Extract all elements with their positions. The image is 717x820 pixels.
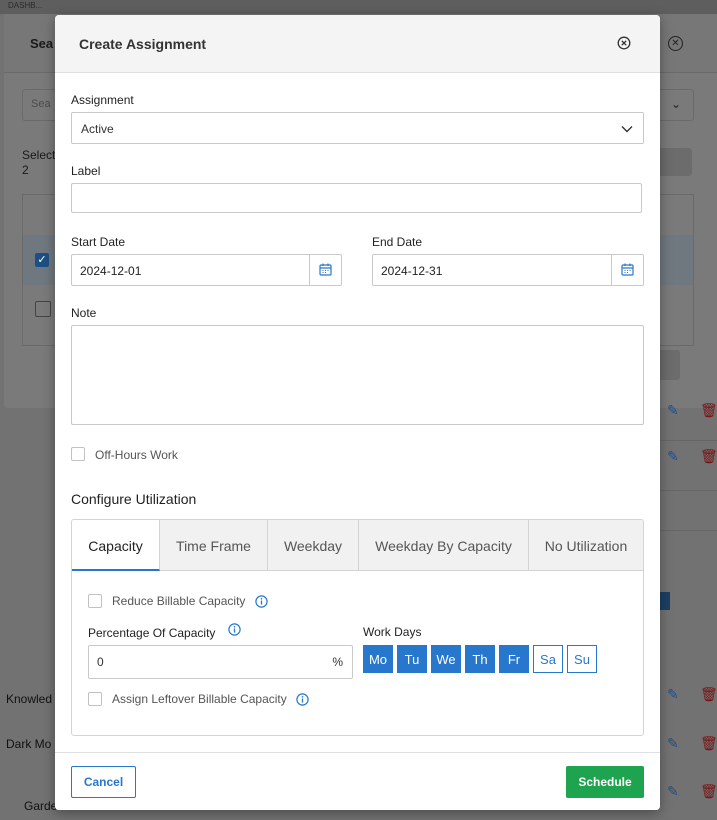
percentage-input[interactable]: 0 % xyxy=(88,645,353,679)
note-textarea[interactable] xyxy=(71,325,644,425)
cancel-button[interactable]: Cancel xyxy=(71,766,136,798)
note-label: Note xyxy=(71,306,97,320)
percentage-value: 0 xyxy=(97,655,104,669)
work-days-label: Work Days xyxy=(363,625,422,639)
background-list-item: Garde xyxy=(24,799,58,813)
end-date-value: 2024-12-31 xyxy=(381,264,443,278)
assignment-select[interactable]: Active xyxy=(71,112,644,144)
day-th-toggle[interactable]: Th xyxy=(465,645,495,673)
background-search-placeholder: Sea xyxy=(31,98,51,110)
assignment-label: Assignment xyxy=(71,93,134,107)
off-hours-checkbox[interactable] xyxy=(71,447,85,461)
day-mo-toggle[interactable]: Mo xyxy=(363,645,393,673)
background-list-item: Dark Mo xyxy=(6,737,52,751)
leftover-billable-checkbox[interactable] xyxy=(88,692,102,706)
background-edit-icon: ✎ xyxy=(667,735,679,751)
start-date-value: 2024-12-01 xyxy=(80,264,142,278)
end-date-input[interactable]: 2024-12-31 xyxy=(372,254,644,286)
utilization-panel: Capacity Time Frame Weekday Weekday By C… xyxy=(71,519,644,736)
background-edit-icon: ✎ xyxy=(667,402,679,418)
tab-weekday[interactable]: Weekday xyxy=(268,520,359,570)
background-edit-icon: ✎ xyxy=(667,448,679,464)
reduce-billable-label: Reduce Billable Capacity xyxy=(112,594,246,608)
utilization-tabs: Capacity Time Frame Weekday Weekday By C… xyxy=(72,520,643,571)
background-trash-icon: 🗑 xyxy=(700,735,717,751)
start-date-calendar-button[interactable] xyxy=(309,255,341,285)
info-icon[interactable] xyxy=(228,623,241,636)
percentage-label: Percentage Of Capacity xyxy=(88,626,216,640)
tab-capacity[interactable]: Capacity xyxy=(72,520,160,571)
day-tu-toggle[interactable]: Tu xyxy=(397,645,427,673)
background-blue-button xyxy=(660,592,670,610)
background-trash-icon: 🗑 xyxy=(700,448,717,464)
background-trash-icon: 🗑 xyxy=(700,402,717,418)
background-edit-icon: ✎ xyxy=(667,686,679,702)
percentage-unit: % xyxy=(332,655,343,669)
tab-no-utilization[interactable]: No Utilization xyxy=(529,520,643,570)
background-topbar: DASHB... xyxy=(0,0,717,14)
background-top-text: DASHB... xyxy=(8,1,43,10)
start-date-label: Start Date xyxy=(71,235,126,249)
day-sa-toggle[interactable]: Sa xyxy=(533,645,563,673)
schedule-button[interactable]: Schedule xyxy=(566,766,644,798)
calendar-icon xyxy=(621,263,634,276)
label-input[interactable] xyxy=(71,183,642,213)
label-field-label: Label xyxy=(71,164,101,178)
leftover-billable-label: Assign Leftover Billable Capacity xyxy=(112,692,287,706)
calendar-icon xyxy=(319,263,332,276)
modal-title: Create Assignment xyxy=(79,36,207,52)
tab-weekday-by-capacity[interactable]: Weekday By Capacity xyxy=(359,520,529,570)
background-checkbox xyxy=(35,301,51,317)
background-divider xyxy=(660,440,717,441)
create-assignment-modal: Create Assignment Assignment Active Labe… xyxy=(55,15,660,810)
modal-header: Create Assignment xyxy=(55,15,660,73)
background-checkbox-checked: ✓ xyxy=(35,253,49,267)
end-date-calendar-button[interactable] xyxy=(611,255,643,285)
reduce-billable-checkbox[interactable] xyxy=(88,594,102,608)
modal-footer: Cancel Schedule xyxy=(55,752,660,810)
info-icon[interactable] xyxy=(255,595,268,608)
info-icon[interactable] xyxy=(296,693,309,706)
background-trash-icon: 🗑 xyxy=(700,686,717,702)
off-hours-label: Off-Hours Work xyxy=(95,448,178,462)
chevron-down-icon xyxy=(621,126,633,133)
day-su-toggle[interactable]: Su xyxy=(567,645,597,673)
background-edit-icon: ✎ xyxy=(667,783,679,799)
background-dialog-title: Sea xyxy=(30,36,54,51)
background-trash-icon: 🗑 xyxy=(700,783,717,799)
background-divider xyxy=(660,530,717,531)
background-chevron-down-icon: ⌄ xyxy=(670,97,681,111)
assignment-select-value: Active xyxy=(81,122,114,136)
background-list-item: Knowled xyxy=(6,692,53,706)
configure-utilization-title: Configure Utilization xyxy=(71,491,197,507)
background-divider xyxy=(660,490,717,491)
start-date-input[interactable]: 2024-12-01 xyxy=(71,254,342,286)
end-date-label: End Date xyxy=(372,235,423,249)
background-close-icon: ✕ xyxy=(668,36,683,51)
tab-time-frame[interactable]: Time Frame xyxy=(160,520,268,570)
day-we-toggle[interactable]: We xyxy=(431,645,461,673)
close-icon[interactable] xyxy=(617,36,631,50)
day-fr-toggle[interactable]: Fr xyxy=(499,645,529,673)
